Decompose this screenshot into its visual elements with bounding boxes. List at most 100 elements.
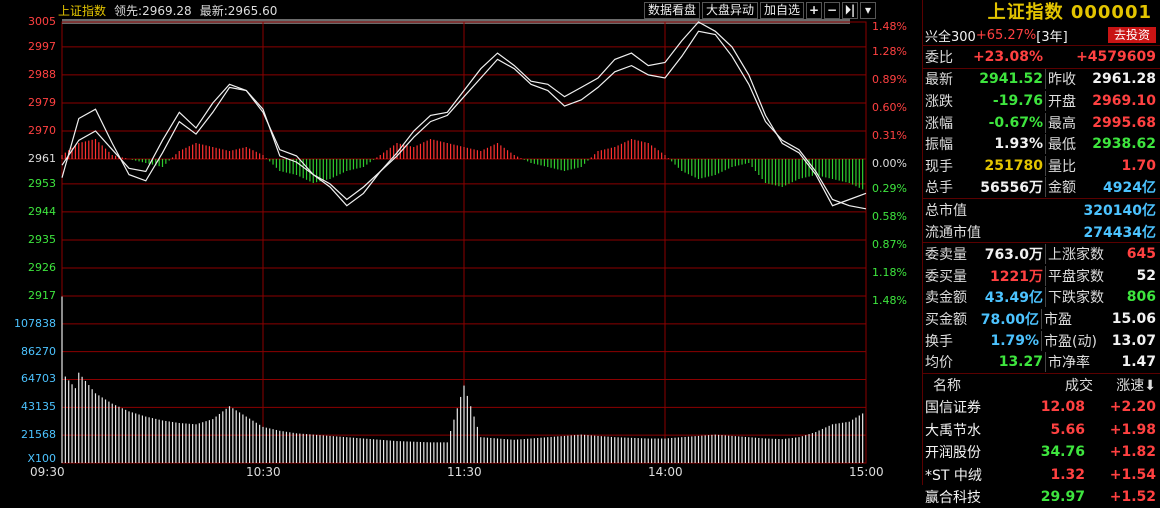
order-value: 1.79% (990, 332, 1040, 349)
order-rows: 委卖量 763.0万 上涨家数 645 委买量 1221万 平盘家数 52 卖金额 43.49亿下… (923, 243, 1160, 373)
order-label: 委卖量 (925, 247, 967, 264)
quote-panel: 上证指数 000001 兴全300 +65.27% [3年] 去投资 委比 +2… (922, 0, 1160, 506)
order-label: 平盘家数 (1045, 265, 1118, 286)
plus-icon[interactable]: + (806, 2, 823, 19)
order-row: 均价 13.27 市净率 1.47 (923, 351, 1160, 373)
skip-right-icon[interactable]: ⏵| (842, 2, 859, 19)
order-row: 卖金额 43.49亿 下跌家数 806 (923, 287, 1160, 309)
stock-speed: +1.54 (1109, 466, 1156, 483)
price-tick-label: 2961 (28, 152, 56, 165)
percent-tick-label: 1.28% (872, 44, 907, 58)
price-tick-label: 2988 (28, 67, 56, 81)
market-cap-row: 流通市值 274434亿 (923, 221, 1160, 243)
stock-list-item[interactable]: 开润股份 34.76 +1.82 (923, 441, 1160, 464)
quote-row: 振幅 1.93% 最低 2938.62 (923, 133, 1160, 155)
percent-tick-label: 1.48% (872, 293, 907, 307)
quote-label: 昨收 (1045, 69, 1092, 90)
volume-tick-label: 43135 (21, 400, 56, 414)
price-tick-label: 2944 (28, 204, 56, 218)
weibi-row: 委比 +23.08% +4579609 (923, 46, 1160, 69)
stock-price: 1.32 (1050, 466, 1085, 483)
minus-icon[interactable]: − (824, 2, 841, 19)
order-value: 78.00亿 (980, 311, 1040, 328)
add-watchlist-button[interactable]: 加自选 (760, 2, 805, 19)
quote-value: 1.93% (994, 136, 1043, 153)
quote-label: 最低 (1045, 134, 1092, 155)
list-header-speed[interactable]: 涨速⬇ (1093, 375, 1160, 395)
cap-value: 320140亿 (1083, 202, 1156, 219)
stock-list-item[interactable]: 赢合科技 29.97 +1.52 (923, 486, 1160, 508)
leading-label: 领先: (114, 4, 143, 18)
stock-name: 开润股份 (925, 445, 981, 462)
quote-label: 总手 (925, 180, 953, 197)
list-header-volume[interactable]: 成交 (997, 375, 1093, 395)
order-row: 买金额 78.00亿 市盈 15.06 (923, 308, 1160, 330)
order-label: 换手 (925, 333, 953, 350)
panel-title: 上证指数 000001 (987, 2, 1152, 23)
price-tick-label: 2917 (28, 289, 56, 302)
quote-value: 2961.28 (1092, 71, 1156, 88)
percent-tick-label: 1.48% (872, 19, 907, 33)
chart-toolbar: 数据看盘 大盘异动 加自选 + − ⏵| ▾ (644, 2, 877, 19)
order-label: 市盈(动) (1041, 330, 1112, 351)
quote-label: 涨跌 (925, 93, 953, 110)
stock-name: *ST 中绒 (925, 467, 982, 484)
order-label: 上涨家数 (1045, 244, 1118, 265)
cap-label: 流通市值 (925, 224, 981, 241)
stock-speed: +1.98 (1109, 421, 1156, 438)
cap-value: 274434亿 (1083, 224, 1156, 241)
order-row: 委买量 1221万 平盘家数 52 (923, 265, 1160, 287)
quote-label: 现手 (925, 158, 953, 175)
intraday-chart[interactable]: 上证指数 领先:2969.28 最新:2965.60 数据看盘 大盘异动 加自选… (0, 0, 922, 485)
volume-tick-label: 107838 (14, 316, 56, 330)
order-label: 市盈 (1041, 308, 1112, 329)
order-label: 委买量 (925, 268, 967, 285)
order-label: 下跌家数 (1045, 287, 1118, 308)
quote-value: 56556万 (980, 180, 1043, 197)
order-value: 1.47 (1121, 354, 1156, 371)
price-tick-label: 2979 (28, 95, 56, 109)
percent-tick-label: 0.58% (872, 209, 907, 223)
quote-label: 量比 (1045, 155, 1092, 176)
data-view-button[interactable]: 数据看盘 (644, 2, 701, 19)
order-label: 市净率 (1045, 352, 1118, 373)
stock-list-item[interactable]: 大禹节水 5.66 +1.98 (923, 418, 1160, 441)
price-tick-label: 2970 (28, 123, 56, 137)
invest-button[interactable]: 去投资 (1107, 27, 1156, 43)
list-header-name[interactable]: 名称 (923, 375, 997, 395)
index-name: 上证指数 (58, 4, 107, 18)
order-value: 43.49亿 (984, 290, 1043, 307)
quote-value: 2995.68 (1092, 114, 1156, 131)
stock-speed: +2.20 (1109, 399, 1156, 416)
market-alert-button[interactable]: 大盘异动 (702, 2, 759, 19)
percent-tick-label: 0.87% (872, 237, 907, 251)
quote-value: -0.67% (988, 114, 1043, 131)
order-label: 卖金额 (925, 290, 967, 307)
chart-canvas[interactable] (0, 0, 922, 485)
weibi-label: 委比 (925, 49, 953, 66)
time-tick-label: 14:00 (648, 465, 683, 479)
percent-tick-label: 0.00% (872, 156, 907, 170)
volume-tick-label: X100 (27, 452, 56, 465)
market-cap-rows: 总市值 320140亿 流通市值 274434亿 (923, 199, 1160, 242)
order-value: 13.07 (1111, 332, 1156, 349)
quote-row: 最新 2941.52 昨收 2961.28 (923, 69, 1160, 91)
price-tick-label: 3005 (28, 15, 56, 28)
quote-row: 涨跌 -19.76 开盘 2969.10 (923, 90, 1160, 112)
quote-value: 4924亿 (1103, 180, 1156, 197)
sort-down-icon: ⬇ (1144, 377, 1156, 394)
quote-label: 开盘 (1045, 90, 1092, 111)
quote-row: 现手 251780 量比 1.70 (923, 155, 1160, 177)
product-ad[interactable]: 兴全300 +65.27% [3年] 去投资 (923, 25, 1160, 46)
quote-value: 251780 (984, 157, 1043, 174)
stock-name: 大禹节水 (925, 422, 981, 439)
stock-list-item[interactable]: *ST 中绒 1.32 +1.54 (923, 463, 1160, 486)
time-tick-label: 10:30 (246, 465, 281, 479)
quote-value: 2941.52 (979, 71, 1043, 88)
quote-row: 总手 56556万 金额 4924亿 (923, 177, 1160, 199)
order-value: 52 (1136, 267, 1156, 284)
stock-name: 国信证券 (925, 400, 981, 417)
price-tick-label: 2997 (28, 39, 56, 53)
time-tick-label: 15:00 (849, 465, 884, 479)
stock-list-item[interactable]: 国信证券 12.08 +2.20 (923, 396, 1160, 419)
